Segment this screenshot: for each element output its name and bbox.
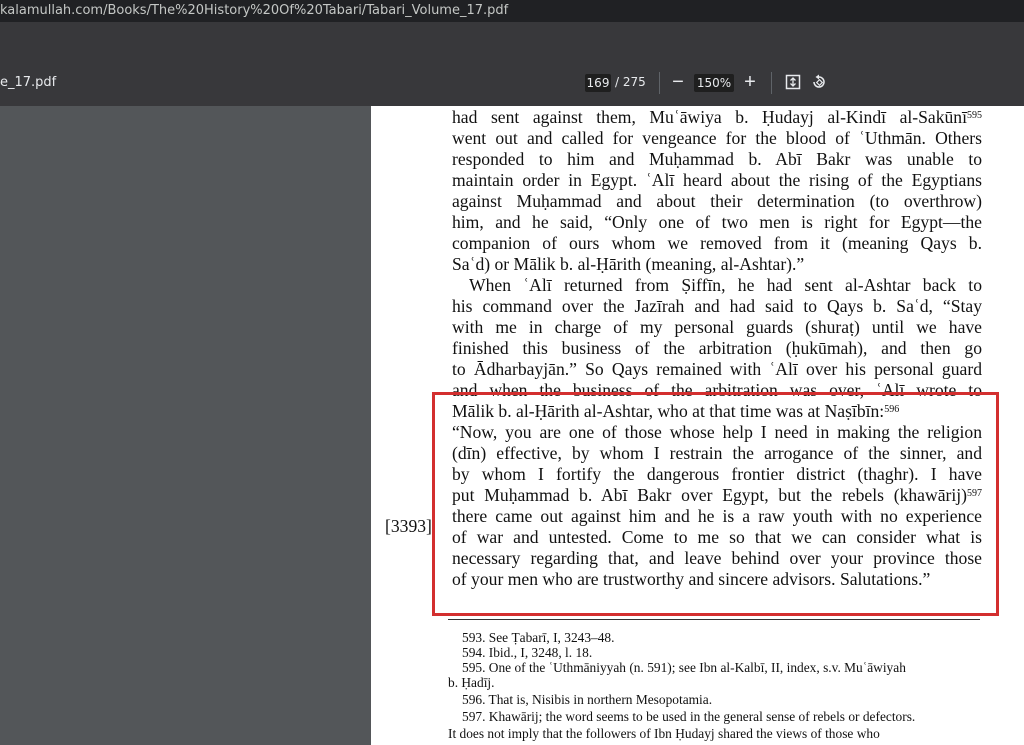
footnote: 597. Khawārij; the word seems to be used…	[462, 709, 916, 724]
text-line: had sent against them, Muʿāwiya b. Ḥuday…	[452, 107, 982, 127]
zoom-level-input[interactable]: 150%	[694, 74, 734, 92]
zoom-out-button[interactable]: −	[668, 69, 688, 95]
document-background	[0, 106, 371, 745]
minus-icon: −	[672, 71, 684, 93]
rotate-button[interactable]	[810, 73, 828, 91]
margin-page-reference: [3393]	[385, 516, 432, 536]
footnote: 595. One of the ʿUthmāniyyah (n. 591); s…	[462, 660, 906, 675]
footnote: 594. Ibid., I, 3248, l. 18.	[462, 645, 593, 660]
footnote: It does not imply that the followers of …	[448, 726, 880, 741]
highlight-box	[432, 392, 999, 616]
text-line: against Muḥammad and about their determi…	[452, 191, 982, 211]
text-line: finished this business of the arbitratio…	[452, 338, 982, 358]
footnote: b. Ḥadīj.	[448, 675, 495, 690]
text-line: his command over the Jazīrah and had sai…	[452, 296, 982, 316]
text-line: companion of ours whom we removed from i…	[452, 233, 982, 253]
footnote: 593. See Ṭabarī, I, 3243–48.	[462, 630, 615, 645]
footnote-divider	[448, 619, 980, 620]
plus-icon: +	[744, 71, 756, 93]
document-title: e_17.pdf	[0, 75, 57, 90]
page-number-input[interactable]: 169	[585, 74, 611, 92]
text-line: When ʿAlī returned from Ṣiffīn, he had s…	[469, 275, 982, 295]
text-line: him, and he said, “Only one of two men i…	[452, 212, 982, 232]
zoom-in-button[interactable]: +	[740, 69, 760, 95]
footnote: 596. That is, Nisibis in northern Mesopo…	[462, 692, 713, 707]
fit-page-button[interactable]	[785, 74, 801, 90]
toolbar-divider	[771, 72, 772, 94]
text-line: to Ādharbayjān.” So Qays remained with ʿ…	[452, 359, 982, 379]
text-line: went out and called for vengeance for th…	[452, 128, 982, 148]
toolbar-divider	[659, 72, 660, 94]
page-total: / 275	[615, 75, 646, 89]
text-line: Saʿd) or Mālik b. al-Ḥārith (meaning, al…	[452, 254, 805, 274]
rotate-icon	[813, 74, 825, 88]
address-bar[interactable]: kalamullah.com/Books/The%20History%20Of%…	[0, 0, 1024, 22]
fit-page-icon	[785, 74, 801, 90]
text-line: maintain order in Egypt. ʿAlī heard abou…	[452, 170, 982, 190]
url-text[interactable]: kalamullah.com/Books/The%20History%20Of%…	[0, 3, 508, 18]
text-line: responded to him and Muḥammad b. Abī Bak…	[452, 149, 982, 169]
text-line: with me in charge of my personal guards …	[452, 317, 982, 337]
pdf-toolbar: e_17.pdf 169 / 275 − 150% +	[0, 22, 1024, 106]
